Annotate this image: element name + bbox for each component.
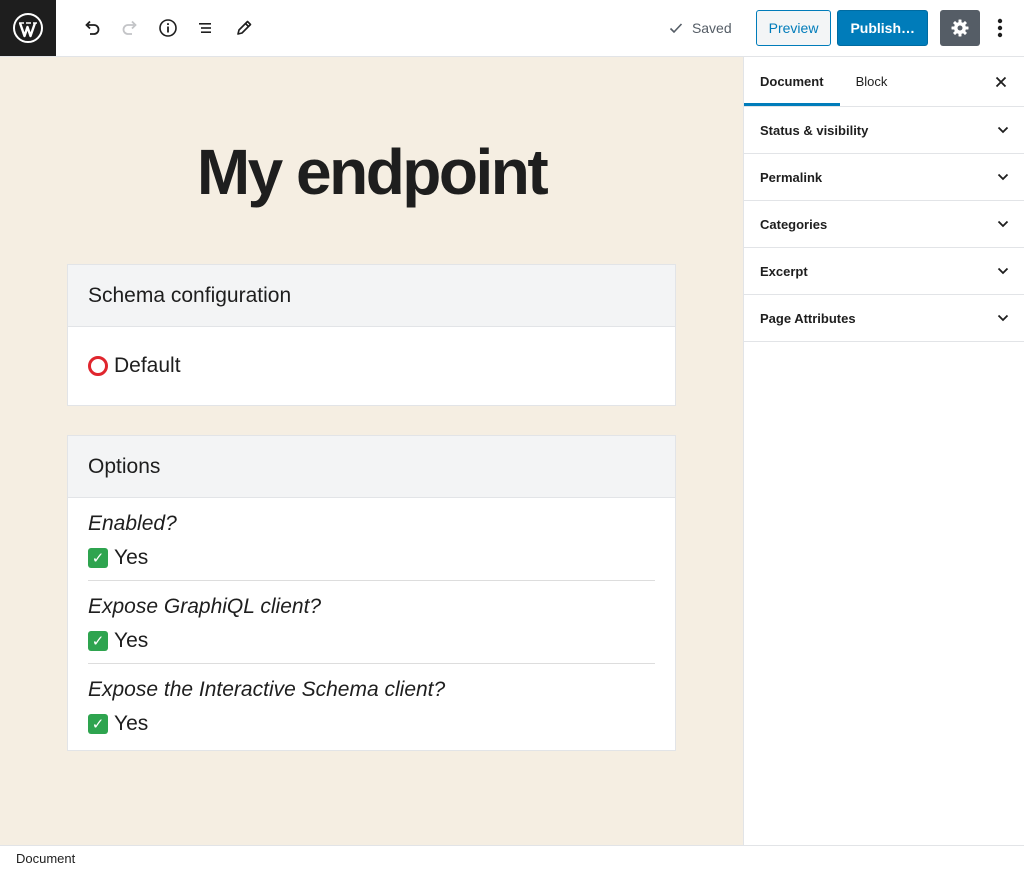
preview-button[interactable]: Preview: [755, 10, 832, 46]
content-info-button[interactable]: [150, 10, 186, 46]
option-answer: ✓ Yes: [88, 629, 655, 653]
pencil-icon: [237, 20, 252, 35]
redo-icon: [122, 20, 137, 35]
close-icon: [995, 76, 1007, 88]
info-icon: [159, 19, 177, 37]
panel-label: Categories: [760, 216, 828, 232]
gear-icon: [951, 19, 969, 37]
undo-icon: [85, 20, 100, 35]
saved-label: Saved: [691, 20, 732, 36]
chevron-down-icon: [997, 220, 1009, 228]
panel-permalink[interactable]: Permalink: [744, 154, 1024, 201]
option-answer-label: Yes: [114, 712, 149, 735]
option-answer-label: Yes: [114, 546, 149, 569]
panel-status-visibility[interactable]: Status & visibility: [744, 107, 1024, 154]
red-circle-icon: [88, 356, 108, 376]
option-item: Enabled? ✓ Yes: [88, 498, 655, 581]
block-breadcrumb: Document: [0, 845, 1024, 870]
panel-label: Status & visibility: [760, 122, 869, 138]
green-check-icon: ✓: [88, 631, 108, 651]
more-options-button[interactable]: [984, 10, 1016, 46]
redo-button[interactable]: [112, 10, 148, 46]
option-question: Enabled?: [88, 512, 177, 535]
green-check-icon: ✓: [88, 548, 108, 568]
saved-status: Saved: [668, 20, 732, 36]
option-answer: ✓ Yes: [88, 546, 655, 570]
edit-mode-button[interactable]: [226, 10, 262, 46]
option-question: Expose GraphiQL client?: [88, 595, 322, 618]
editor-toolbar: Saved Preview Publish…: [0, 0, 1024, 57]
option-question: Expose the Interactive Schema client?: [88, 678, 446, 701]
panel-page-attributes[interactable]: Page Attributes: [744, 295, 1024, 342]
checkmark-icon: [669, 23, 683, 34]
chevron-down-icon: [997, 267, 1009, 275]
schema-value-label: Default: [114, 354, 181, 377]
option-answer-label: Yes: [114, 629, 149, 652]
options-block[interactable]: Options Enabled? ✓ Yes Expose GraphiQL c…: [67, 435, 676, 751]
publish-button[interactable]: Publish…: [837, 10, 928, 46]
schema-configuration-block[interactable]: Schema configuration Default: [67, 264, 676, 406]
close-sidebar-button[interactable]: [990, 71, 1012, 93]
chevron-down-icon: [997, 314, 1009, 322]
tab-document[interactable]: Document: [744, 57, 840, 106]
vertical-ellipsis-icon: [997, 18, 1003, 38]
list-view-icon: [199, 23, 211, 33]
breadcrumb-document[interactable]: Document: [16, 851, 75, 866]
block-header: Options: [68, 436, 675, 498]
panel-label: Excerpt: [760, 263, 808, 279]
tab-block[interactable]: Block: [840, 57, 904, 106]
post-title[interactable]: My endpoint: [0, 135, 743, 209]
sidebar-tabs: Document Block: [744, 57, 1024, 107]
block-navigation-button[interactable]: [188, 10, 224, 46]
settings-button[interactable]: [940, 10, 980, 46]
undo-button[interactable]: [74, 10, 110, 46]
option-item: Expose the Interactive Schema client? ✓ …: [88, 664, 655, 746]
wordpress-logo-button[interactable]: [0, 0, 56, 56]
green-check-icon: ✓: [88, 714, 108, 734]
editor-canvas: My endpoint Schema configuration Default…: [0, 57, 743, 845]
panel-label: Permalink: [760, 169, 823, 185]
settings-sidebar: Document Block Status & visibility Perma…: [743, 57, 1024, 845]
schema-value: Default: [88, 354, 181, 378]
panel-label: Page Attributes: [760, 310, 856, 326]
chevron-down-icon: [997, 173, 1009, 181]
panel-categories[interactable]: Categories: [744, 201, 1024, 248]
panel-excerpt[interactable]: Excerpt: [744, 248, 1024, 295]
option-answer: ✓ Yes: [88, 712, 655, 736]
chevron-down-icon: [997, 126, 1009, 134]
block-header: Schema configuration: [68, 265, 675, 327]
wordpress-icon: [13, 13, 43, 43]
option-item: Expose GraphiQL client? ✓ Yes: [88, 581, 655, 664]
